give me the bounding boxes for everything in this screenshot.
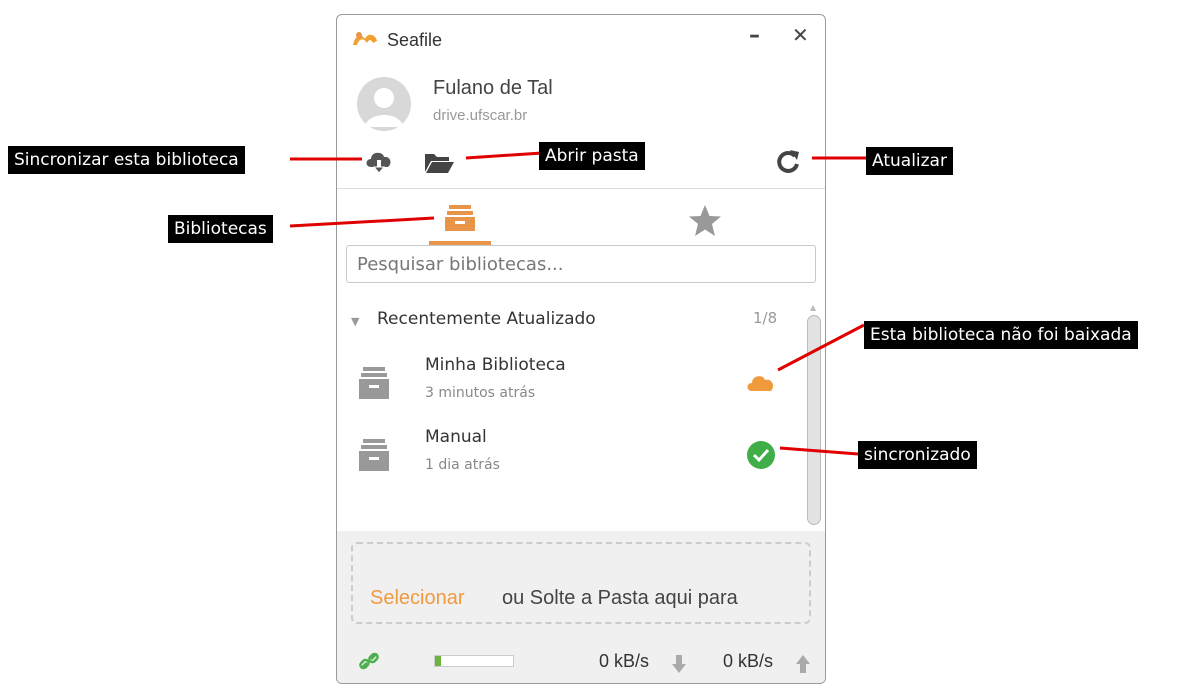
library-name: Manual xyxy=(425,427,487,447)
minimize-button[interactable]: – xyxy=(749,25,760,47)
avatar[interactable] xyxy=(357,77,411,131)
transfer-progress xyxy=(434,655,514,667)
star-icon xyxy=(689,205,721,236)
group-title: Recentemente Atualizado xyxy=(377,309,596,329)
upload-rate: 0 kB/s xyxy=(723,651,774,671)
progress-fill xyxy=(435,656,442,666)
annotation-synced: sincronizado xyxy=(858,441,977,469)
annotation-libraries: Bibliotecas xyxy=(168,215,273,243)
seafile-logo-icon xyxy=(353,32,377,45)
scroll-thumb[interactable] xyxy=(807,315,821,525)
annotation-not-downloaded: Esta biblioteca não foi baixada xyxy=(864,321,1138,349)
arrow-down-icon xyxy=(672,655,686,673)
cloud-icon[interactable] xyxy=(745,367,777,399)
account-name: Fulano de Tal xyxy=(433,77,553,99)
annotation-open: Abrir pasta xyxy=(539,142,645,170)
close-button[interactable]: ✕ xyxy=(792,25,809,45)
drop-zone[interactable] xyxy=(351,542,811,624)
drop-text: ou Solte a Pasta aqui para xyxy=(502,587,738,609)
account-server: drive.ufscar.br xyxy=(433,107,528,124)
refresh-button[interactable] xyxy=(773,147,803,177)
title-bar: Seafile – ✕ xyxy=(337,15,825,65)
annotation-refresh: Atualizar xyxy=(866,147,953,175)
search-input[interactable] xyxy=(346,245,816,283)
app-title: Seafile xyxy=(387,30,443,50)
folder-open-icon xyxy=(425,154,454,173)
tab-libraries[interactable] xyxy=(429,203,491,245)
library-name: Minha Biblioteca xyxy=(425,355,566,375)
library-time: 3 minutos atrás xyxy=(425,385,536,401)
select-folder-link[interactable]: Selecionar xyxy=(370,587,465,610)
sync-library-button[interactable] xyxy=(363,147,395,175)
scrollbar[interactable]: ▲ xyxy=(805,303,823,545)
cloud-download-icon xyxy=(366,152,391,174)
seafile-window: Seafile – ✕ Fulano de Tal drive.ufscar.b… xyxy=(336,14,826,684)
group-count: 1/8 xyxy=(753,309,778,327)
synced-check-icon[interactable] xyxy=(745,439,777,471)
list-item[interactable]: Manual 1 dia atrás xyxy=(337,423,797,485)
libraries-icon xyxy=(445,205,475,231)
download-rate: 0 kB/s xyxy=(599,651,650,671)
header-separator xyxy=(337,188,825,189)
annotation-sync: Sincronizar esta biblioteca xyxy=(8,146,245,174)
refresh-icon xyxy=(777,150,799,173)
arrow-up-icon xyxy=(796,655,810,673)
list-item[interactable]: Minha Biblioteca 3 minutos atrás xyxy=(337,351,797,413)
tab-starred[interactable] xyxy=(687,203,727,239)
library-icon xyxy=(359,439,389,471)
chevron-down-icon: ▼ xyxy=(351,315,360,328)
open-folder-button[interactable] xyxy=(423,150,455,176)
library-time: 1 dia atrás xyxy=(425,457,500,473)
group-header-recent[interactable]: ▼ Recentemente Atualizado 1/8 xyxy=(351,309,791,333)
user-icon xyxy=(365,88,403,127)
link-icon[interactable] xyxy=(357,649,381,673)
scroll-up-icon[interactable]: ▲ xyxy=(810,303,816,312)
library-icon xyxy=(359,367,389,399)
